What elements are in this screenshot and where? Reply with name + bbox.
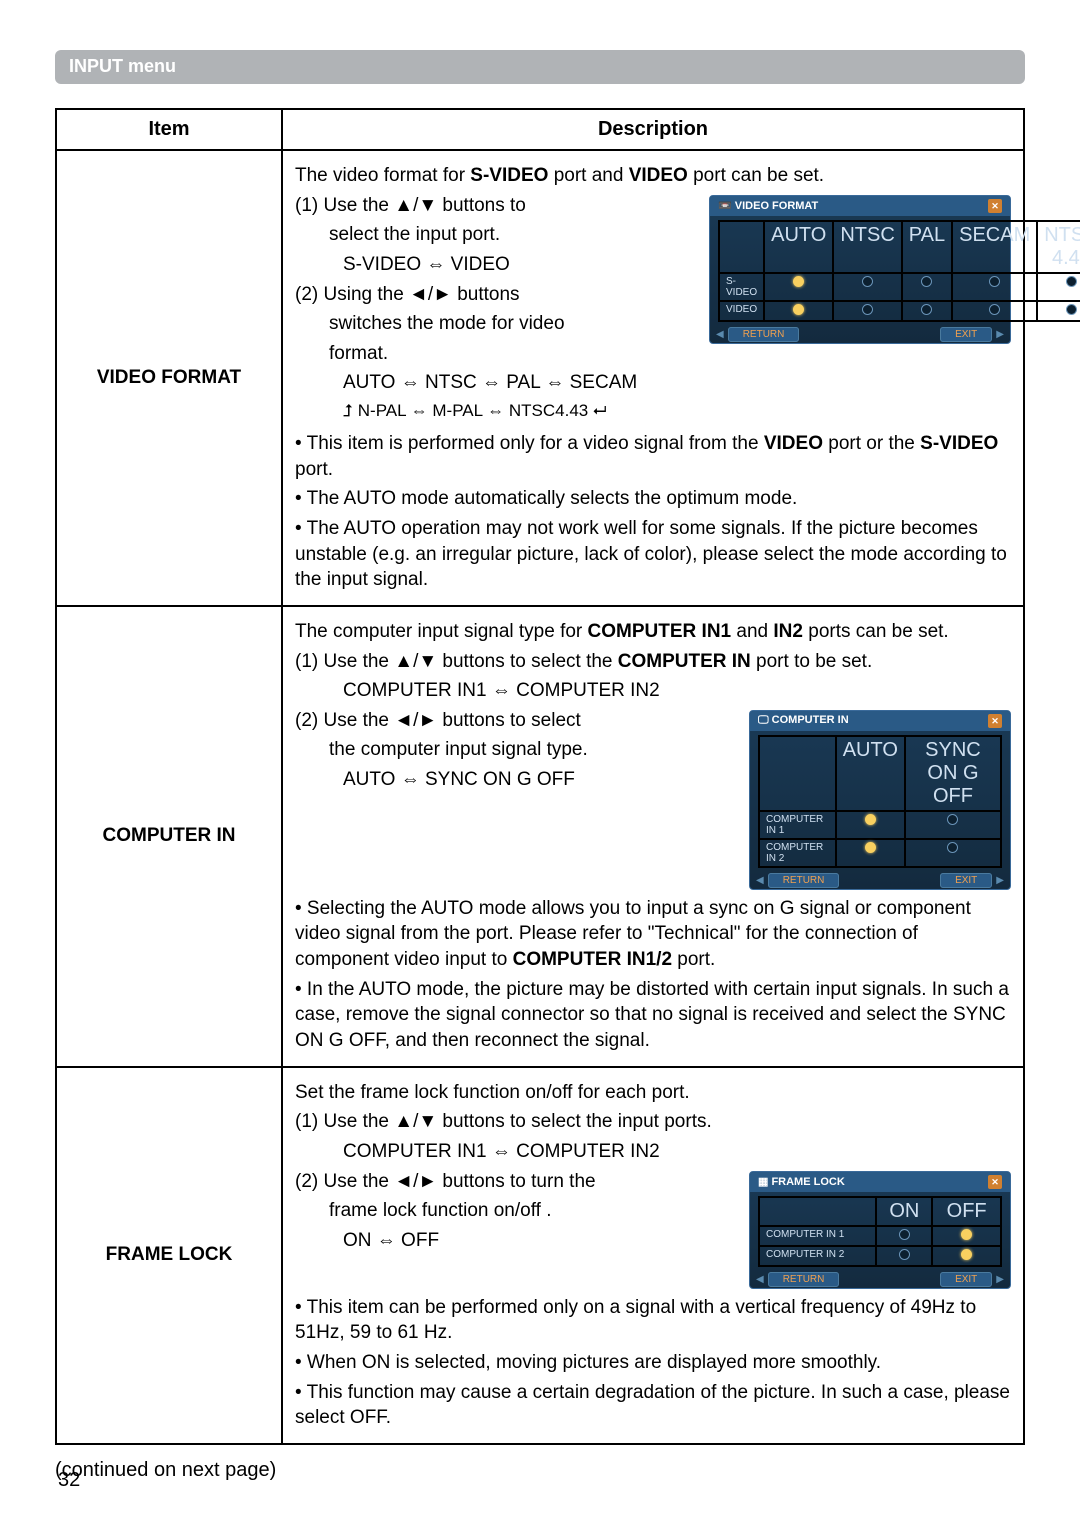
text: COMPUTER IN1 ⇔ COMPUTER IN2: [295, 678, 1011, 704]
item-label: FRAME LOCK: [56, 1067, 282, 1444]
loop-up-icon: ⮥: [343, 401, 353, 420]
osd-computer-in: 🖵 COMPUTER IN✕ AUTOSYNC ON G OFF COMPUTE…: [749, 710, 1011, 890]
text: format.: [295, 341, 1011, 367]
close-icon: ✕: [988, 199, 1002, 213]
item-label: VIDEO FORMAT: [56, 150, 282, 606]
header-item: Item: [56, 109, 282, 150]
osd-video-format: 📼 VIDEO FORMAT✕ AUTONTSCPALSECAMNTSC 4.4…: [709, 195, 1011, 344]
item-label: COMPUTER IN: [56, 606, 282, 1067]
text: (1) Use the ▲/▼ buttons to select the in…: [295, 1109, 1011, 1135]
item-desc: The computer input signal type for COMPU…: [282, 606, 1024, 1067]
table-row: VIDEO FORMAT The video format for S-VIDE…: [56, 150, 1024, 606]
text: Set the frame lock function on/off for e…: [295, 1080, 1011, 1106]
text: • When ON is selected, moving pictures a…: [295, 1350, 1011, 1376]
settings-table: Item Description VIDEO FORMAT The video …: [55, 108, 1025, 1445]
osd-frame-lock: ▦ FRAME LOCK✕ ONOFF COMPUTER IN 1 COMPUT…: [749, 1171, 1011, 1289]
text: • The AUTO operation may not work well f…: [295, 516, 1011, 593]
text: (1) Use the ▲/▼ buttons to select the CO…: [295, 649, 1011, 675]
text: The video format for S-VIDEO port and VI…: [295, 163, 1011, 189]
menu-bar: INPUT menu: [55, 50, 1025, 84]
text: COMPUTER IN1 ⇔ COMPUTER IN2: [295, 1139, 1011, 1165]
item-desc: The video format for S-VIDEO port and VI…: [282, 150, 1024, 606]
page-number: 32: [58, 1469, 80, 1492]
continued-text: (continued on next page): [55, 1459, 1025, 1482]
text: • In the AUTO mode, the picture may be d…: [295, 977, 1011, 1054]
table-row: FRAME LOCK Set the frame lock function o…: [56, 1067, 1024, 1444]
menu-title: INPUT menu: [69, 56, 176, 76]
text: • This function may cause a certain degr…: [295, 1380, 1011, 1431]
item-desc: Set the frame lock function on/off for e…: [282, 1067, 1024, 1444]
text: • Selecting the AUTO mode allows you to …: [295, 896, 1011, 973]
text: AUTO ⇔ NTSC ⇔ PAL ⇔ SECAM: [295, 370, 1011, 396]
text: • The AUTO mode automatically selects th…: [295, 486, 1011, 512]
table-row: COMPUTER IN The computer input signal ty…: [56, 606, 1024, 1067]
header-desc: Description: [282, 109, 1024, 150]
text: • This item is performed only for a vide…: [295, 431, 1011, 482]
close-icon: ✕: [988, 714, 1002, 728]
text: The computer input signal type for COMPU…: [295, 619, 1011, 645]
text: • This item can be performed only on a s…: [295, 1295, 1011, 1346]
text: ⮥ N-PAL ⇔ M-PAL ⇔ NTSC4.43 ⮠: [295, 400, 1011, 423]
close-icon: ✕: [988, 1175, 1002, 1189]
loop-down-icon: ⮠: [593, 401, 607, 420]
